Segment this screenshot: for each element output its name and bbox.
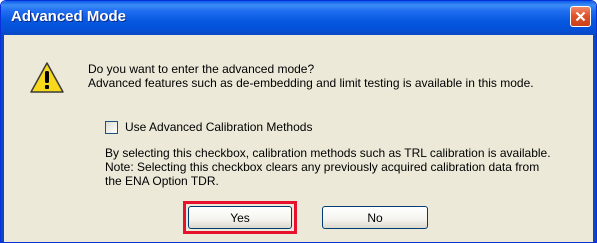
no-button[interactable]: No xyxy=(322,206,428,229)
close-button[interactable] xyxy=(570,6,591,27)
question-text: Do you want to enter the advanced mode? xyxy=(88,62,315,76)
title-bar[interactable]: Advanced Mode xyxy=(1,1,596,35)
warning-icon xyxy=(30,62,64,93)
window-title: Advanced Mode xyxy=(11,8,127,25)
checkbox-label[interactable]: Use Advanced Calibration Methods xyxy=(125,120,312,134)
window-border-right xyxy=(593,35,596,242)
note-line-3: the ENA Option TDR. xyxy=(105,174,219,188)
description-text: Advanced features such as de-embedding a… xyxy=(88,76,534,90)
window-border-left xyxy=(1,35,4,242)
advanced-calibration-checkbox[interactable] xyxy=(105,121,118,134)
yes-button-highlight xyxy=(183,201,297,234)
note-line-2: Note: Selecting this checkbox clears any… xyxy=(105,160,540,174)
note-line-1: By selecting this checkbox, calibration … xyxy=(105,146,551,160)
close-icon xyxy=(575,11,586,22)
advanced-mode-dialog: Advanced Mode Do you want to enter the a… xyxy=(0,0,597,243)
